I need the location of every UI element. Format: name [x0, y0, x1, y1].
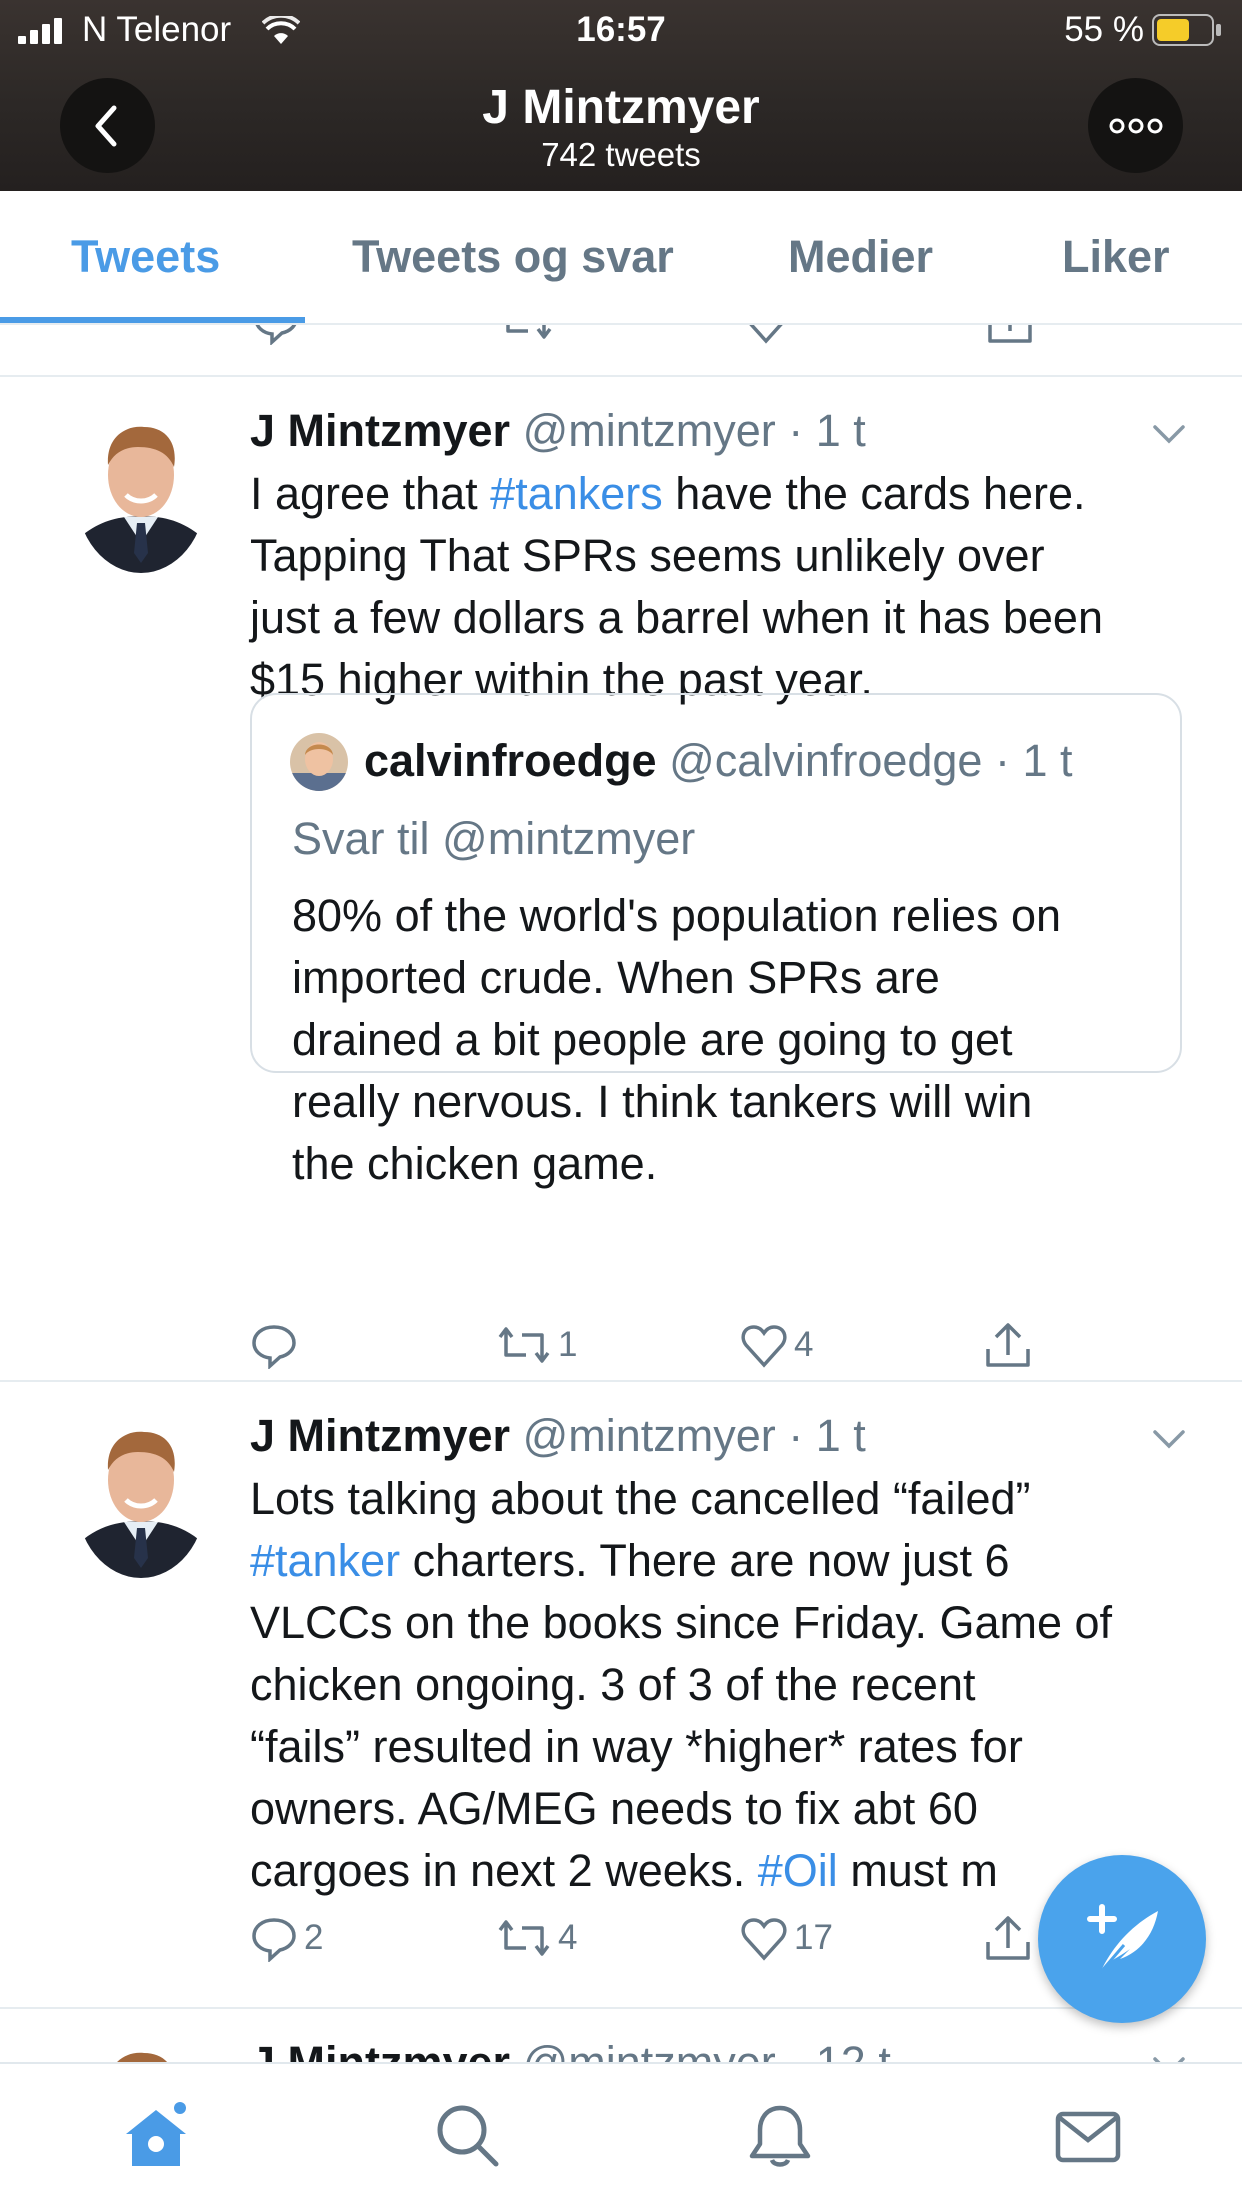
retweet-icon: [498, 1327, 550, 1363]
share-icon: [986, 1323, 1030, 1367]
retweet-icon[interactable]: [498, 325, 554, 345]
reply-button[interactable]: [250, 1315, 304, 1375]
quoted-author-name: calvinfroedge: [364, 735, 657, 786]
author-name[interactable]: J Mintzmyer: [250, 405, 510, 456]
clock: 16:57: [576, 10, 666, 49]
status-bar: N Telenor 16:57 55 %: [0, 0, 1242, 60]
battery-icon: [1152, 14, 1221, 46]
compose-tweet-button[interactable]: [1038, 1855, 1206, 2023]
mail-icon: [1055, 2111, 1121, 2163]
search-icon: [437, 2105, 499, 2167]
quoted-handle-time: @calvinfroedge · 1 t: [669, 735, 1073, 786]
share-button[interactable]: [984, 1908, 1032, 1968]
tweet-count: 742 tweets: [541, 136, 701, 173]
chevron-down-icon[interactable]: [1152, 2055, 1186, 2062]
like-button[interactable]: 17: [740, 1908, 833, 1968]
share-icon: [986, 1916, 1030, 1960]
more-button[interactable]: [1088, 78, 1183, 173]
author-handle-time: @mintzmyer · 1 t: [522, 1410, 866, 1461]
profile-header: N Telenor 16:57 55 % J Mintzmyer 742 twe…: [0, 0, 1242, 191]
avatar-image: [76, 1418, 206, 1578]
tweet-feed[interactable]: J Mintzmyer @mintzmyer · 1 t I agree tha…: [0, 325, 1242, 2062]
retweet-count: 1: [558, 1325, 578, 1364]
reply-button[interactable]: 2: [250, 1908, 323, 1968]
tweet-actions: 2 4 17: [250, 1908, 1130, 1968]
reply-icon[interactable]: [252, 325, 300, 345]
hashtag-link[interactable]: #tankers: [490, 468, 663, 519]
tweet-header: J Mintzmyer @mintzmyer · 1 t: [250, 1410, 866, 1462]
profile-name: J Mintzmyer: [482, 81, 760, 134]
avatar[interactable]: [76, 2039, 206, 2062]
battery-percent: 55 %: [1064, 10, 1144, 49]
more-dots-icon: [1109, 118, 1163, 134]
reply-icon: [252, 1325, 296, 1369]
retweet-count: 4: [558, 1918, 578, 1957]
tab-tweets[interactable]: Tweets: [71, 231, 220, 283]
bottom-tab-bar: [0, 2062, 1242, 2208]
hashtag-link[interactable]: #tanker: [250, 1535, 400, 1586]
home-icon: [126, 2102, 186, 2166]
tweet-header: J Mintzmyer @mintzmyer · 12 t: [250, 2037, 891, 2062]
nav-messages[interactable]: [1052, 2100, 1124, 2172]
retweet-icon: [498, 1920, 550, 1956]
nav-notifications[interactable]: [744, 2100, 816, 2172]
active-tab-indicator: [0, 317, 305, 323]
share-icon[interactable]: [986, 325, 1034, 345]
tab-media[interactable]: Medier: [788, 231, 933, 283]
nav-search[interactable]: [432, 2100, 504, 2172]
retweet-button[interactable]: 1: [496, 1315, 577, 1375]
chevron-down-icon[interactable]: [1152, 1428, 1186, 1450]
author-name[interactable]: J Mintzmyer: [250, 1410, 510, 1461]
author-handle-time: @mintzmyer · 1 t: [522, 405, 866, 456]
profile-tabs: Tweets Tweets og svar Medier Liker: [0, 191, 1242, 325]
avatar-image: [76, 413, 206, 573]
tweet[interactable]: J Mintzmyer @mintzmyer · 1 t I agree tha…: [0, 377, 1242, 1441]
bell-icon: [749, 2105, 811, 2167]
tweet-text: Lots talking about the cancelled “failed…: [250, 1473, 1113, 1896]
tweet-actions: 1 4: [250, 1315, 1130, 1375]
compose-feather-icon: [1087, 1904, 1158, 1974]
like-button[interactable]: 4: [740, 1315, 813, 1375]
quoted-tweet[interactable]: calvinfroedge @calvinfroedge · 1 t Svar …: [250, 693, 1182, 1189]
heart-icon: [741, 1325, 787, 1368]
nav-home[interactable]: [120, 2100, 192, 2172]
tweet[interactable]: J Mintzmyer @mintzmyer · 12 t: [0, 2009, 1242, 2062]
chevron-down-icon[interactable]: [1152, 423, 1186, 445]
share-button[interactable]: [984, 1315, 1032, 1375]
heart-icon[interactable]: [742, 325, 790, 345]
tab-tweets-and-replies[interactable]: Tweets og svar: [352, 231, 674, 283]
avatar[interactable]: [76, 413, 206, 573]
avatar[interactable]: [76, 1418, 206, 1578]
like-count: 4: [794, 1325, 814, 1364]
quoted-reply-to: Svar til @mintzmyer: [292, 813, 696, 864]
hashtag-link[interactable]: #Oil: [758, 1845, 838, 1896]
tweet-header: J Mintzmyer @mintzmyer · 1 t: [250, 405, 866, 457]
quoted-avatar: [290, 733, 348, 791]
reply-count: 2: [304, 1918, 324, 1957]
quoted-text: 80% of the world's population relies on …: [292, 890, 1062, 1189]
reply-icon: [252, 1918, 296, 1962]
quoted-header: calvinfroedge @calvinfroedge · 1 t: [364, 735, 1072, 787]
avatar-image: [76, 2039, 206, 2062]
heart-icon: [741, 1918, 787, 1961]
tab-likes[interactable]: Liker: [1062, 231, 1170, 283]
like-count: 17: [794, 1918, 833, 1957]
previous-tweet-actions: [0, 325, 1242, 357]
retweet-button[interactable]: 4: [496, 1908, 577, 1968]
author-name[interactable]: J Mintzmyer: [250, 2037, 510, 2062]
tweet-text: I agree that #tankers have the cards her…: [250, 468, 1103, 705]
author-handle-time: @mintzmyer · 12 t: [523, 2037, 891, 2062]
